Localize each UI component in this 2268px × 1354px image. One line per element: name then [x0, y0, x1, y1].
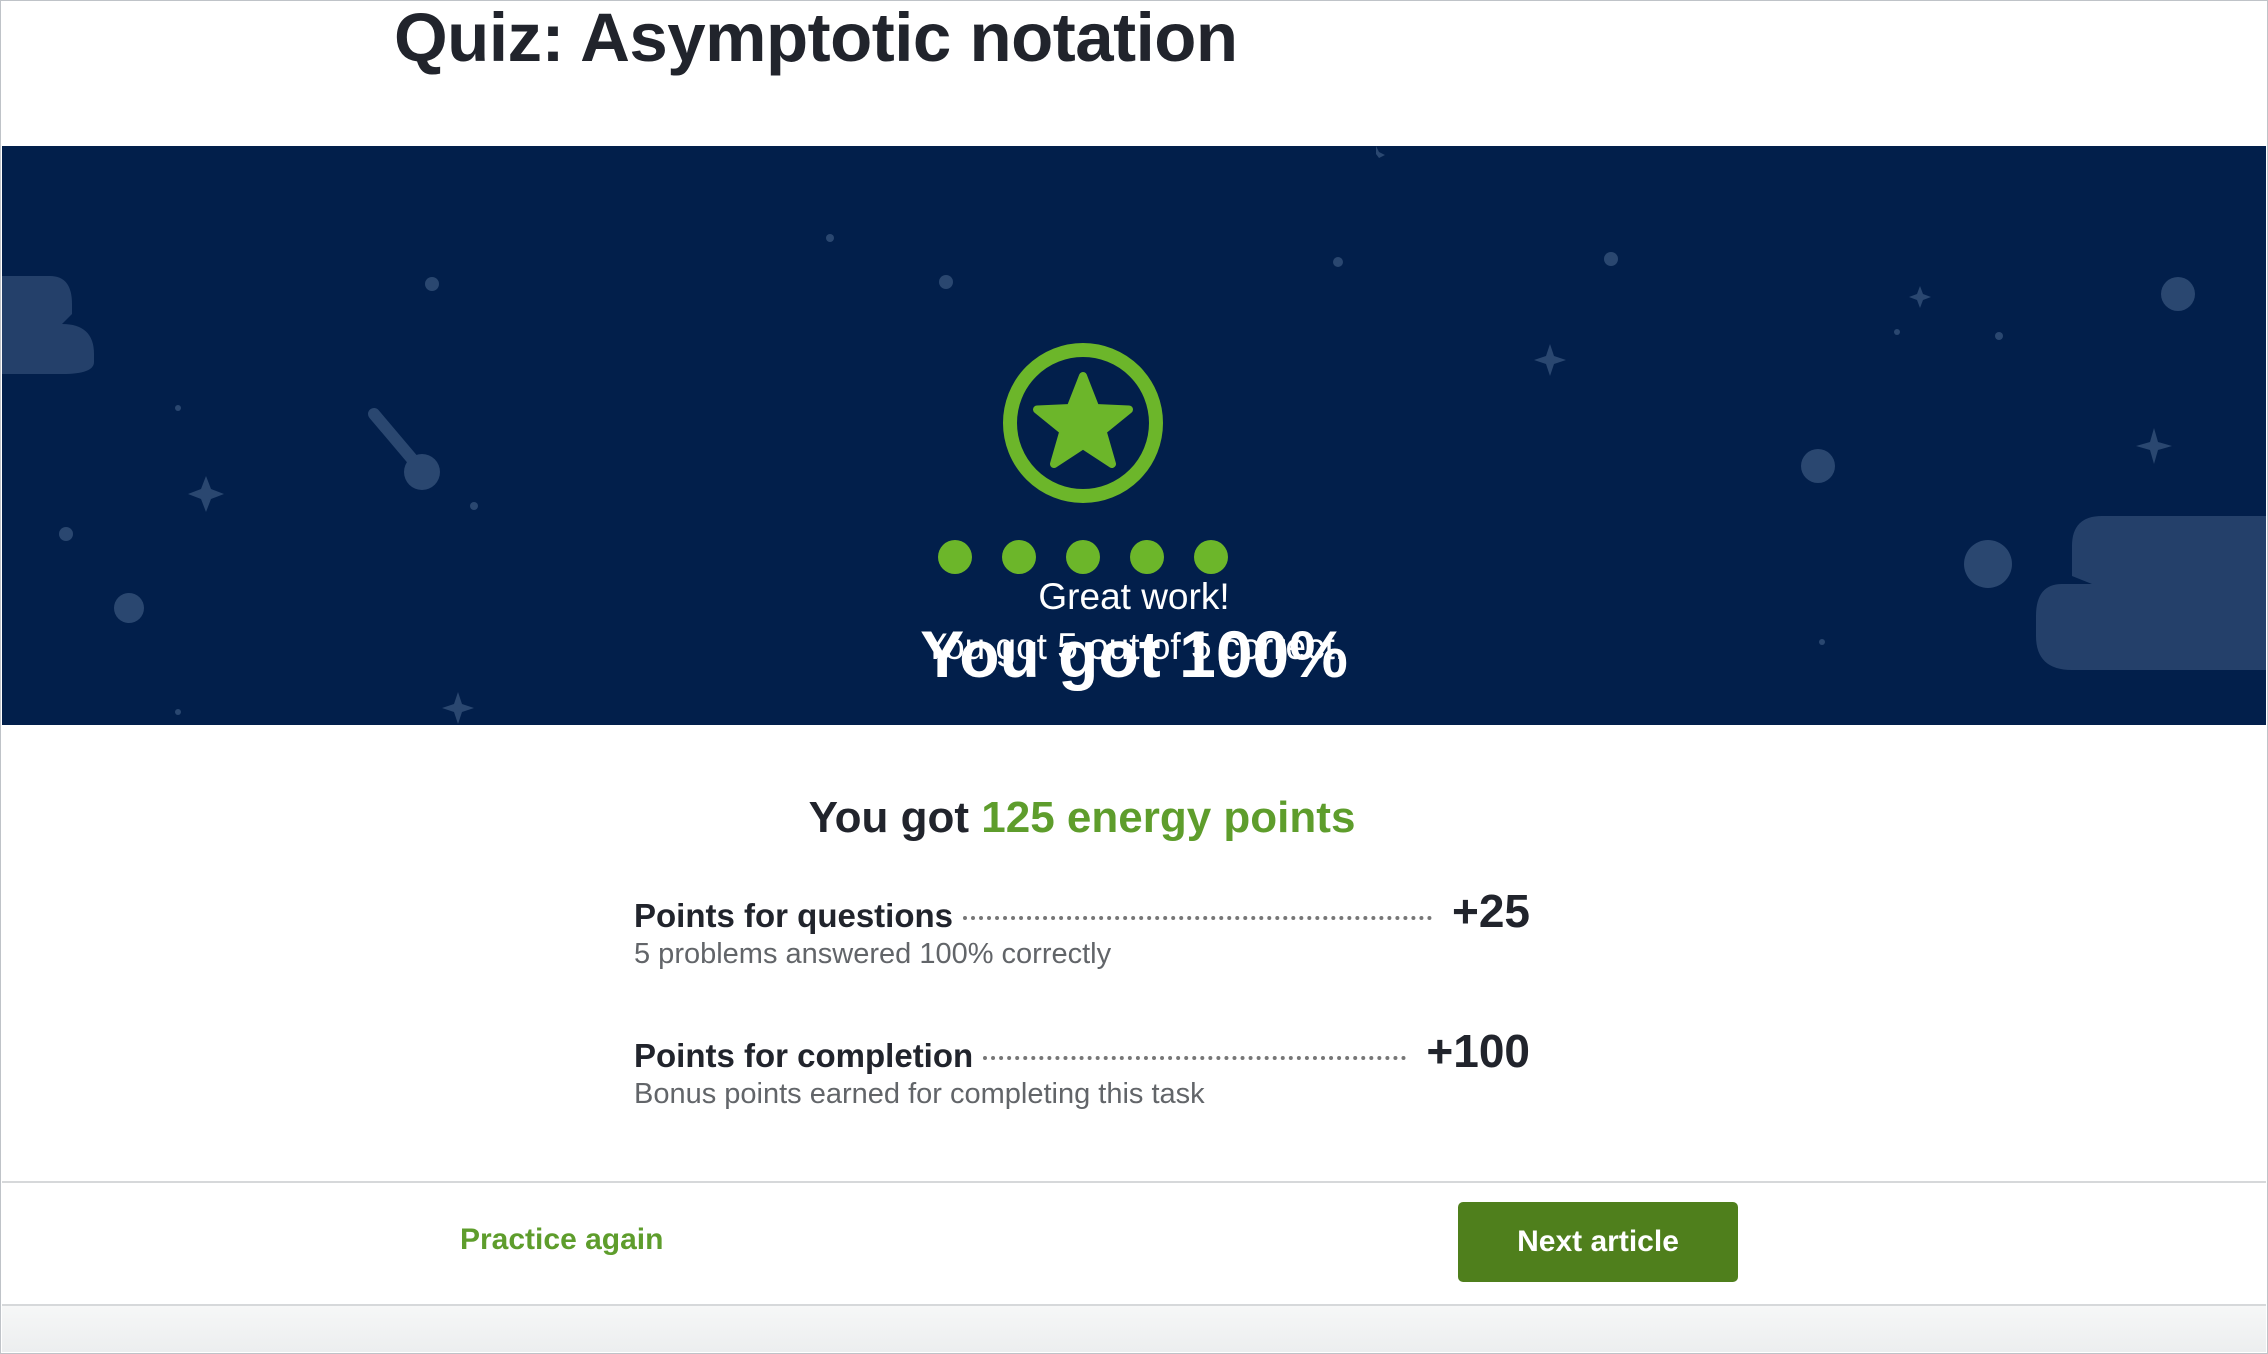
page-bottom-edge	[2, 1306, 2266, 1352]
dotted-leader	[963, 916, 1432, 920]
next-article-button[interactable]: Next article	[1458, 1202, 1738, 1282]
points-label: Points for completion	[634, 1037, 974, 1074]
points-description: Bonus points earned for completing this …	[634, 1078, 1205, 1110]
energy-points-amount: 125 energy points	[981, 793, 1356, 842]
score-message-count: You got 5 out of 5 correct.	[922, 626, 1346, 667]
star-badge-icon	[1003, 343, 1163, 503]
result-banner: You got 100% Great work! You got 5 out o…	[2, 146, 2266, 725]
points-label: Points for questions	[634, 897, 954, 934]
dotted-leader	[983, 1056, 1407, 1060]
progress-dot-icon	[1194, 540, 1228, 574]
quiz-footer-actions: Practice again Next article	[2, 1181, 2266, 1306]
energy-points-prefix: You got	[808, 793, 970, 842]
practice-again-link[interactable]: Practice again	[460, 1223, 663, 1257]
progress-dot-icon	[1066, 540, 1100, 574]
quiz-title: Quiz: Asymptotic notation	[394, 0, 1238, 76]
points-row-completion: Points for completion +100	[634, 1024, 1530, 1077]
progress-dot-icon	[938, 540, 972, 574]
energy-points-heading: You got 125 energy points	[0, 790, 2164, 846]
progress-dot-icon	[1130, 540, 1164, 574]
points-value: +100	[1426, 1025, 1530, 1077]
progress-dot-icon	[1002, 540, 1036, 574]
score-message-praise: Great work!	[1038, 576, 1230, 617]
points-value: +25	[1451, 885, 1530, 937]
question-progress-dots	[938, 540, 1228, 574]
points-row-questions: Points for questions +25	[634, 884, 1530, 937]
points-description: 5 problems answered 100% correctly	[634, 938, 1112, 970]
